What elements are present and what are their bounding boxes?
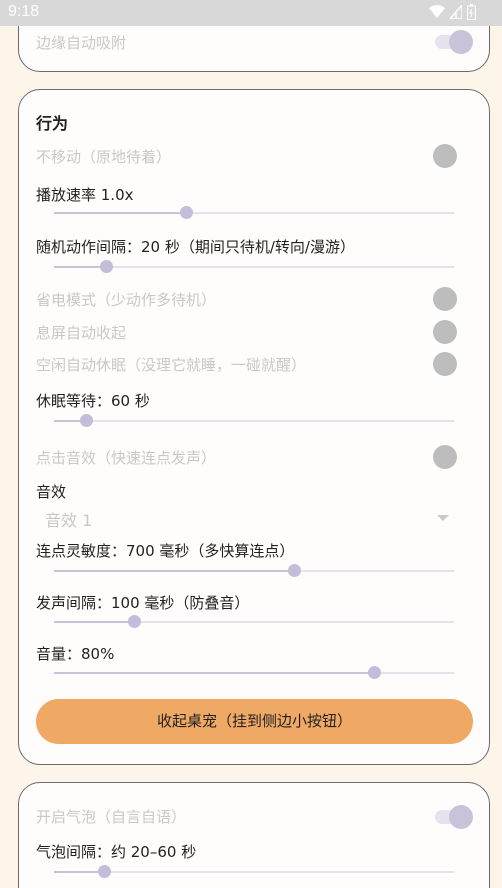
power-save-toggle[interactable] — [433, 287, 457, 311]
sound-interval-label: 发声间隔：100 毫秒（防叠音） — [36, 594, 250, 612]
speed-label: 播放速率 1.0x — [36, 186, 134, 204]
stay-toggle[interactable] — [433, 144, 457, 168]
edge-snap-label: 边缘自动吸附 — [36, 34, 127, 52]
volume-thumb[interactable] — [368, 666, 381, 679]
battery-icon — [467, 4, 476, 20]
sensitivity-slider[interactable] — [54, 564, 454, 577]
screen-off-label: 息屏自动收起 — [36, 324, 127, 342]
bubble-enable-switch[interactable] — [435, 805, 473, 829]
speed-fill — [54, 212, 186, 214]
speed-slider[interactable] — [54, 206, 454, 219]
sleep-wait-slider[interactable] — [54, 414, 454, 427]
edge-snap-switch[interactable] — [435, 30, 473, 54]
sensitivity-thumb[interactable] — [288, 564, 301, 577]
bubble-card: 开启气泡（自言自语） 气泡间隔：约 20–60 秒 — [18, 782, 490, 888]
idle-sleep-label: 空闲自动休眠（没理它就睡，一碰就醒） — [36, 356, 307, 374]
sleep-wait-label: 休眠等待：60 秒 — [36, 392, 150, 410]
interval-label: 随机动作间隔：20 秒（期间只待机/转向/漫游） — [36, 238, 355, 256]
edge-snap-knob — [449, 30, 473, 54]
volume-slider[interactable] — [54, 666, 454, 679]
chevron-down-icon[interactable] — [437, 515, 449, 521]
wifi-icon — [429, 5, 445, 18]
status-icons — [429, 4, 476, 20]
speed-thumb[interactable] — [180, 206, 193, 219]
bubble-interval-label: 气泡间隔：约 20–60 秒 — [36, 843, 197, 861]
bubble-enable-knob — [449, 805, 473, 829]
bubble-interval-thumb[interactable] — [98, 865, 111, 878]
volume-label: 音量：80% — [36, 645, 115, 663]
stay-label: 不移动（原地待着） — [36, 148, 172, 166]
sound-interval-slider[interactable] — [54, 615, 454, 628]
volume-fill — [54, 672, 374, 674]
status-bar: 9:18 — [0, 0, 502, 26]
idle-sleep-toggle[interactable] — [433, 352, 457, 376]
power-save-label: 省电模式（少动作多待机） — [36, 291, 217, 309]
sound-label: 音效 — [36, 483, 67, 501]
screen-off-toggle[interactable] — [433, 320, 457, 344]
click-sound-toggle[interactable] — [433, 445, 457, 469]
sound-interval-fill — [54, 621, 134, 623]
behavior-card: 行为 不移动（原地待着） 播放速率 1.0x 随机动作间隔：20 秒（期间只待机… — [18, 89, 490, 765]
sound-interval-thumb[interactable] — [128, 615, 141, 628]
collapse-pet-button[interactable]: 收起桌宠（挂到侧边小按钮） — [36, 699, 473, 744]
interval-fill — [54, 266, 106, 268]
signal-icon — [450, 5, 462, 19]
click-sound-label: 点击音效（快速连点发声） — [36, 449, 217, 467]
sound-dropdown[interactable]: 音效 1 — [45, 507, 92, 531]
interval-thumb[interactable] — [100, 260, 113, 273]
bubble-interval-fill — [54, 871, 104, 873]
bubble-interval-slider[interactable] — [54, 865, 454, 878]
bubble-enable-label: 开启气泡（自言自语） — [36, 808, 187, 826]
sleep-wait-thumb[interactable] — [80, 414, 93, 427]
status-time: 9:18 — [8, 3, 40, 20]
behavior-title: 行为 — [36, 114, 69, 133]
sensitivity-label: 连点灵敏度：700 毫秒（多快算连点） — [36, 542, 295, 560]
interval-slider[interactable] — [54, 260, 454, 273]
sensitivity-fill — [54, 570, 294, 572]
